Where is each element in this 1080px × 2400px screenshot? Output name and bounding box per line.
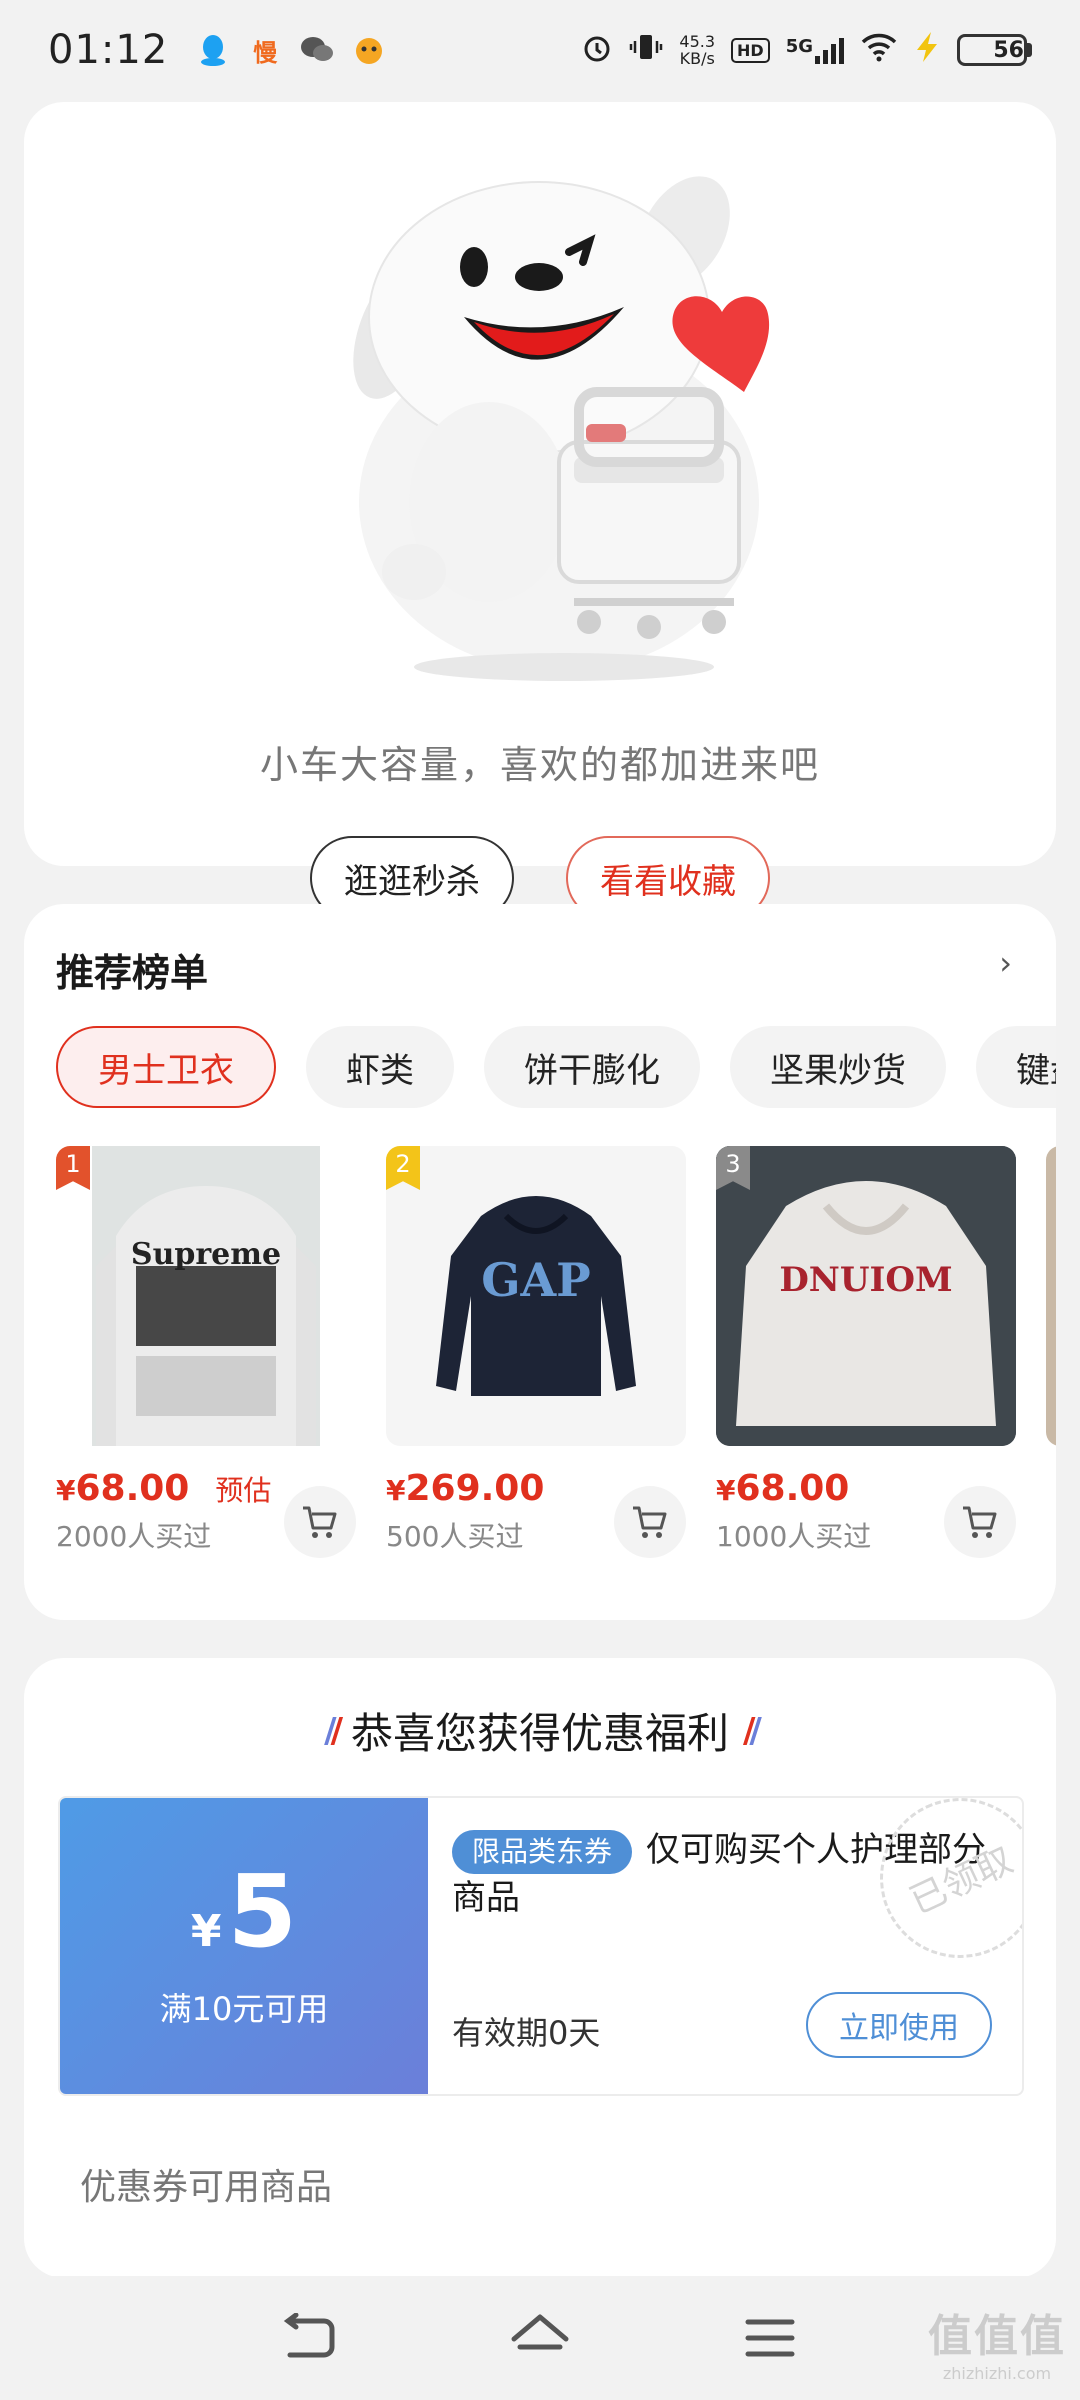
coupon-currency: ¥ [190, 1906, 222, 1957]
coupon-card: // 恭喜您获得优惠福利 // ¥ 5 满10元可用 已领取 限品类东券 仅可购买… [24, 1658, 1056, 2278]
wechat-icon [300, 33, 334, 67]
tab-nuts[interactable]: 坚果炒货 [730, 1026, 946, 1108]
coupon-ticket[interactable]: ¥ 5 满10元可用 已领取 限品类东券 仅可购买个人护理部分商品 有效期0天 立… [58, 1796, 1024, 2096]
ranking-products: 1 Supreme ¥ 68.00 预估 2000人买过 2 GAP ¥ 269… [56, 1146, 1056, 1558]
game-icon [352, 33, 386, 67]
signal-5g-icon: 5G [786, 36, 845, 64]
status-right: 45.3 KB/s HD 5G 56 [581, 31, 1032, 69]
tab-biscuits-puffs[interactable]: 饼干膨化 [484, 1026, 700, 1108]
cart-icon [633, 1506, 667, 1538]
price-currency: ¥ [716, 1474, 736, 1507]
coupon-validity: 有效期0天 [452, 2014, 601, 2052]
product-image[interactable] [1046, 1146, 1056, 1446]
recommend-ranking-card: 推荐榜单 › 男士卫衣 虾类 饼干膨化 坚果炒货 键盘 1 Supreme [24, 904, 1056, 1620]
back-icon [283, 2313, 335, 2358]
tab-mens-hoodie[interactable]: 男士卫衣 [56, 1026, 276, 1108]
coupon-value: 5 [227, 1853, 298, 1970]
qq-icon [196, 33, 230, 67]
coupon-amount: ¥ 5 [191, 1862, 297, 1962]
price-currency: ¥ [386, 1474, 406, 1507]
coupon-heading-text: 恭喜您获得优惠福利 [350, 1709, 729, 1758]
print-text: GAP [481, 1253, 591, 1307]
product-card[interactable]: 2 GAP ¥ 269.00 500人买过 [386, 1146, 686, 1558]
cart-icon [963, 1506, 997, 1538]
price: 68.00 [735, 1468, 850, 1509]
menu-icon [745, 2319, 795, 2357]
tab-keyboard[interactable]: 键盘 [976, 1026, 1056, 1108]
price: 269.00 [405, 1468, 545, 1509]
empty-cart-card: 小车大容量，喜欢的都加进来吧 逛逛秒杀 看看收藏 [24, 102, 1056, 920]
price-currency: ¥ [56, 1474, 76, 1507]
product-card[interactable]: 3 DNUIOM ¥ 68.00 1000人买过 [716, 1146, 1016, 1558]
coupon-condition: 满10元可用 [159, 1990, 329, 2028]
battery-icon: 56 [957, 34, 1027, 66]
watermark: 值值值 zhizhizhi.com [928, 2311, 1066, 2383]
coupon-detail-panel: 已领取 限品类东券 仅可购买个人护理部分商品 有效期0天 立即使用 [428, 1798, 1022, 2094]
status-bar: 01:12 慢 45.3 KB/s HD 5G 56 [0, 0, 1080, 100]
home-icon [511, 2314, 569, 2350]
product-card-partial[interactable] [1046, 1146, 1056, 1555]
decor-slash-icon: // [743, 1710, 762, 1751]
status-time: 01:12 [48, 27, 169, 73]
product-image[interactable]: 2 GAP [386, 1146, 686, 1446]
joy-mascot-illustration [353, 176, 770, 681]
alarm-icon [581, 31, 613, 69]
coupon-amount-panel: ¥ 5 满10元可用 [60, 1798, 428, 2094]
vibrate-icon [629, 31, 663, 69]
charging-icon [913, 31, 941, 69]
coupon-category-tag: 限品类东券 [452, 1829, 633, 1874]
coupon-heading: // 恭喜您获得优惠福利 // [24, 1700, 1056, 1761]
hd-badge: HD [731, 37, 770, 63]
decor-slash-icon: // [324, 1710, 343, 1751]
battery-indicator: 56 [957, 34, 1032, 66]
use-now-button[interactable]: 立即使用 [806, 1992, 992, 2058]
back-button[interactable] [275, 2303, 345, 2373]
add-to-cart-button[interactable] [944, 1486, 1016, 1558]
product-image[interactable]: 1 Supreme [56, 1146, 356, 1446]
home-button[interactable] [505, 2303, 575, 2373]
add-to-cart-button[interactable] [284, 1486, 356, 1558]
net-speed: 45.3 KB/s [679, 32, 716, 68]
wifi-icon [861, 32, 897, 68]
ranking-more-arrow-icon[interactable]: › [999, 944, 1012, 982]
product-card[interactable]: 1 Supreme ¥ 68.00 预估 2000人买过 [56, 1146, 356, 1558]
empty-cart-message: 小车大容量，喜欢的都加进来吧 [259, 743, 820, 787]
product-image[interactable]: 3 DNUIOM [716, 1146, 1016, 1446]
estimated-price-tag: 预估 [215, 1474, 272, 1507]
ranking-category-tabs: 男士卫衣 虾类 饼干膨化 坚果炒货 键盘 [56, 1026, 1056, 1108]
man-app-icon: 慢 [253, 38, 278, 67]
price: 68.00 [75, 1468, 190, 1509]
ranking-title: 推荐榜单 [56, 951, 209, 995]
cart-icon [303, 1506, 337, 1538]
tab-shrimp[interactable]: 虾类 [306, 1026, 454, 1108]
status-app-icons: 慢 [196, 33, 386, 67]
system-nav-bar [0, 2276, 1080, 2400]
print-text: DNUIOM [779, 1260, 952, 1300]
usable-products-title: 优惠券可用商品 [80, 2167, 333, 2208]
menu-button[interactable] [735, 2303, 805, 2373]
print-text: Supreme [131, 1237, 281, 1272]
add-to-cart-button[interactable] [614, 1486, 686, 1558]
